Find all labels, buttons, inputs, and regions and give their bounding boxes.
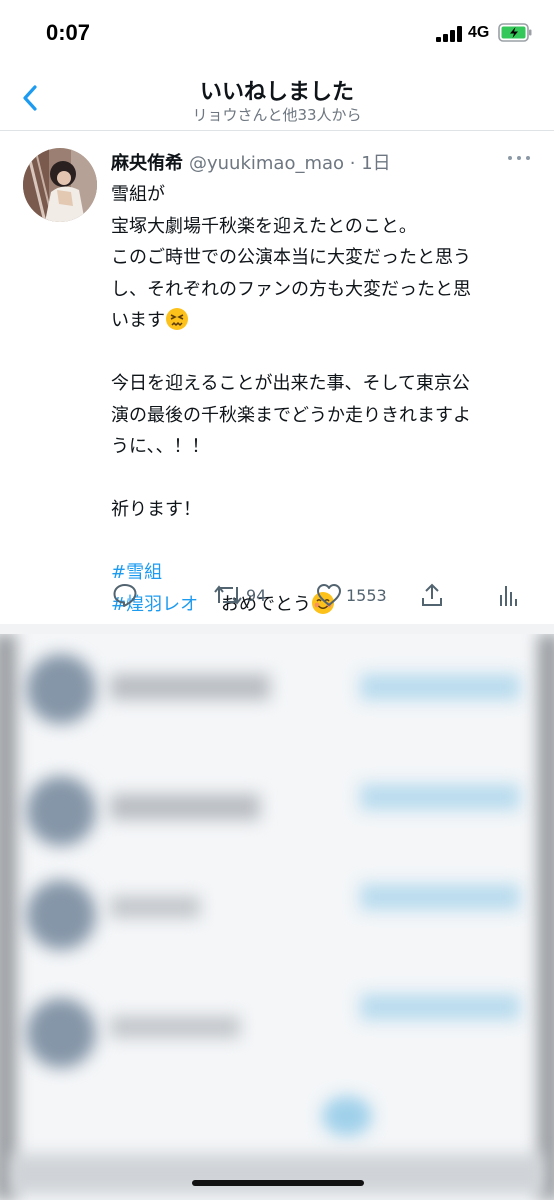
tweet-line: 祈ります！ (111, 499, 201, 520)
tweet-line: 演の最後の千秋楽までどうか走りきれますよ (111, 404, 471, 426)
tweet-line: し、それぞれのファンの方も大変だったと思 (111, 278, 471, 300)
share-button[interactable] (420, 580, 444, 610)
handle-and-time: @yuukimao_mao · 1日 (189, 153, 391, 174)
retweet-icon (214, 585, 242, 605)
page-title: いいねしました (199, 80, 354, 105)
retweet-count: 94 (246, 585, 267, 605)
tweet-line: 今日を迎えることが出来た事、そして東京公 (111, 373, 470, 394)
status-bar: 0:07 4G (0, 0, 554, 66)
display-name[interactable]: 麻央侑希 (111, 153, 183, 174)
battery-charging-icon (498, 23, 532, 42)
analytics-button[interactable] (498, 580, 518, 610)
more-options-icon[interactable] (506, 153, 532, 163)
signal-icon (436, 26, 464, 42)
share-icon (422, 583, 442, 606)
liker-list-obscured (0, 634, 554, 1200)
analytics-icon (500, 586, 517, 606)
tweet-line: 宝塚大劇場千秋楽を迎えたとのこと。 (111, 215, 417, 237)
home-indicator[interactable] (192, 1180, 364, 1186)
tweet-line: このご時世での公演本当に大変だったと思う (111, 247, 471, 268)
tweet-line-text: います (111, 310, 165, 331)
avatar[interactable] (23, 148, 97, 222)
tweet-line: 雪組が (111, 184, 165, 205)
avatar-photo (23, 148, 97, 222)
section-divider (0, 624, 554, 634)
status-time: 0:07 (46, 20, 91, 45)
reply-icon (113, 584, 137, 607)
heart-icon (317, 584, 341, 606)
network-type: 4G (468, 24, 490, 41)
tweet[interactable]: 麻央侑希 @yuukimao_mao · 1日 雪組が 宝塚大劇場千秋楽を迎えたと… (0, 131, 554, 624)
page-subtitle: リョウさんと他33人から (192, 106, 362, 124)
like-count: 1553 (346, 585, 387, 605)
tweet-text: 雪組が 宝塚大劇場千秋楽を迎えたとのこと。 このご時世での公演本当に大変だったと… (111, 179, 541, 620)
tweet-line: います (111, 305, 541, 337)
tweet-line: うに、、！！ (111, 436, 210, 457)
retweet-button[interactable]: 94 (214, 580, 266, 610)
reply-button[interactable] (112, 580, 138, 610)
like-button[interactable]: 1553 (316, 580, 387, 610)
persevering-face-emoji (166, 308, 188, 330)
tweet-author: 麻央侑希 @yuukimao_mao · 1日 (111, 149, 521, 175)
nav-header: いいねしました リョウさんと他33人から (0, 66, 554, 131)
tweet-actions: 94 1553 (0, 580, 554, 614)
